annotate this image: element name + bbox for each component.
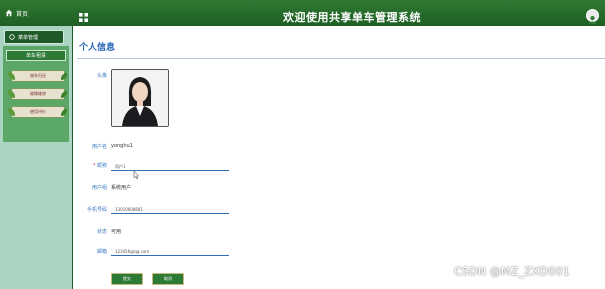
sidebar-item-review[interactable]: 使用评价: [8, 106, 67, 118]
sidebar: 菜单管理 单车租赁 借车归还 故障维修 使用评价: [0, 26, 73, 289]
sidebar-item-label: 故障维修: [30, 91, 46, 96]
status-value: 可用: [111, 229, 122, 235]
menu-head-label: 菜单管理: [18, 34, 39, 41]
nickname-input[interactable]: 用户1: [111, 163, 229, 171]
user-avatar-button[interactable]: [586, 9, 599, 24]
avatar-photo[interactable]: [111, 69, 169, 127]
status-label: 状态: [96, 229, 107, 235]
sidebar-item-label: 使用评价: [30, 109, 46, 114]
user-group-value: 系统用户: [111, 185, 132, 191]
menu-icon: [9, 34, 15, 40]
avatar-image: [112, 70, 168, 126]
user-group-label: 用户组: [91, 185, 107, 191]
page-title: 个人信息: [79, 43, 116, 53]
sidebar-group-title[interactable]: 单车租赁: [6, 50, 66, 61]
email-input[interactable]: 123456@qq.com: [111, 248, 229, 256]
text-cursor-icon: [133, 171, 139, 179]
leaf-decoration-icon: [8, 72, 15, 80]
leaf-decoration-icon: [61, 91, 67, 98]
nickname-label-text: 昵称: [96, 163, 107, 169]
phone-label: 手机号码: [86, 207, 107, 213]
email-label: 邮箱: [96, 249, 107, 255]
user-avatar-icon: [588, 16, 597, 24]
menu-management[interactable]: 菜单管理: [4, 30, 64, 44]
phone-input[interactable]: 13010608681: [111, 206, 229, 214]
top-bar: 首页 欢迎使用共享单车管理系统: [0, 0, 605, 26]
home-icon: [5, 9, 13, 17]
sidebar-item-borrow-return[interactable]: 借车归还: [8, 70, 67, 82]
home-link[interactable]: 首页: [5, 7, 28, 19]
submit-button[interactable]: 提交: [111, 273, 143, 285]
leaf-decoration-icon: [61, 109, 67, 116]
username-label: 用户名: [91, 144, 107, 150]
title-divider: [77, 58, 605, 59]
username-value: yonghu1: [111, 143, 133, 149]
sidebar-item-repair[interactable]: 故障维修: [8, 88, 67, 100]
sidebar-group: 单车租赁 借车归还 故障维修 使用评价: [3, 46, 69, 142]
cancel-button[interactable]: 取消: [152, 273, 184, 285]
nickname-label: * 昵称: [67, 162, 107, 169]
sidebar-item-label: 借车归还: [30, 73, 46, 78]
app-title: 欢迎使用共享单车管理系统: [283, 11, 421, 24]
leaf-decoration-icon: [8, 108, 15, 116]
grid-menu-icon[interactable]: [79, 13, 88, 22]
leaf-decoration-icon: [8, 90, 15, 98]
avatar-label: 头像: [96, 73, 107, 79]
watermark: CSDN @MZ_ZXD001: [454, 265, 570, 278]
home-label: 首页: [16, 10, 29, 18]
